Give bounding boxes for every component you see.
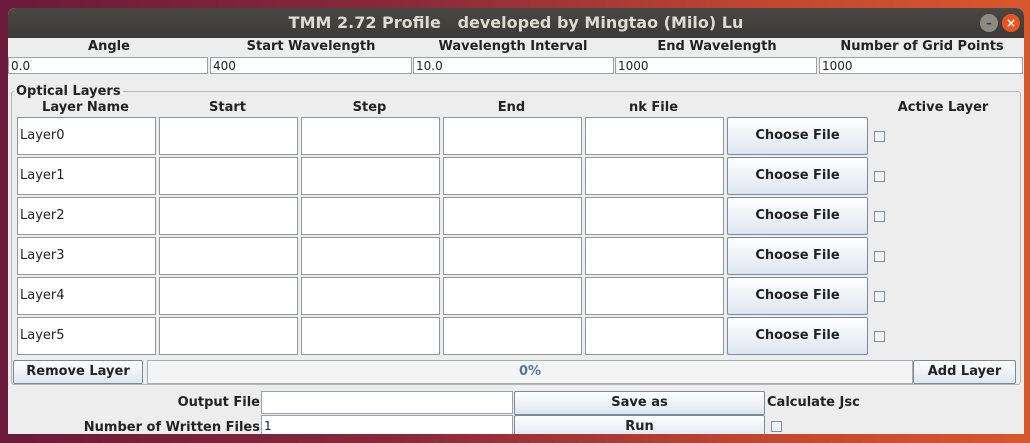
written-files-label: Number of Written Files (83, 420, 260, 434)
choose-file-button[interactable]: Choose File (727, 317, 868, 355)
optical-layers-title: Optical Layers (14, 84, 123, 99)
remove-layer-button[interactable]: Remove Layer (13, 360, 143, 384)
layer-end-field[interactable] (443, 277, 582, 315)
add-layer-button[interactable]: Add Layer (913, 360, 1016, 384)
written-files-input[interactable]: 1 (261, 415, 513, 434)
wavelength-interval-input[interactable]: 10.0 (413, 57, 614, 74)
layer-name-field[interactable]: Layer1 (17, 157, 156, 195)
grid-points-input[interactable]: 1000 (819, 57, 1023, 74)
layer-nk-field[interactable] (585, 237, 724, 275)
content-panel: Angle Start Wavelength Wavelength Interv… (8, 38, 1024, 434)
layer-name-field[interactable]: Layer3 (17, 237, 156, 275)
end-wavelength-label: End Wavelength (657, 39, 777, 54)
active-layer-header: Active Layer (897, 100, 989, 115)
grid-points-label: Number of Grid Points (840, 39, 1004, 54)
output-file-input[interactable] (261, 391, 513, 414)
layer-step-field[interactable] (301, 157, 440, 195)
layer-nk-field[interactable] (585, 197, 724, 235)
layer-step-field[interactable] (301, 277, 440, 315)
layer-nk-field[interactable] (585, 117, 724, 155)
layer-name-field[interactable]: Layer4 (17, 277, 156, 315)
layer-nk-field[interactable] (585, 277, 724, 315)
layer-step-field[interactable] (301, 237, 440, 275)
choose-file-button[interactable]: Choose File (727, 157, 868, 195)
choose-file-button[interactable]: Choose File (727, 237, 868, 275)
layer-start-field[interactable] (159, 237, 298, 275)
app-window: TMM 2.72 Profile developed by Mingtao (M… (8, 8, 1024, 434)
layer-nk-field[interactable] (585, 157, 724, 195)
active-layer-checkbox[interactable] (874, 251, 885, 262)
layer-start-field[interactable] (159, 317, 298, 355)
choose-file-button[interactable]: Choose File (727, 117, 868, 155)
layer-end-field[interactable] (443, 197, 582, 235)
layer-start-field[interactable] (159, 117, 298, 155)
angle-label: Angle (88, 39, 130, 54)
save-as-button[interactable]: Save as (514, 391, 765, 415)
active-layer-checkbox[interactable] (874, 331, 885, 342)
close-button[interactable]: × (1002, 14, 1020, 32)
start-wavelength-label: Start Wavelength (246, 39, 376, 54)
output-file-label: Output File (177, 395, 260, 410)
title-bar[interactable]: TMM 2.72 Profile developed by Mingtao (M… (8, 8, 1024, 38)
layer-name-header: Layer Name (42, 100, 129, 115)
progress-text: 0% (518, 364, 542, 379)
calculate-jsc-label: Calculate Jsc (767, 395, 860, 410)
layer-step-field[interactable] (301, 197, 440, 235)
minimize-button[interactable]: – (980, 14, 998, 32)
step-header: Step (352, 100, 387, 115)
layer-end-field[interactable] (443, 317, 582, 355)
layer-end-field[interactable] (443, 157, 582, 195)
end-header: End (497, 100, 526, 115)
start-wavelength-input[interactable]: 400 (210, 57, 412, 74)
layer-start-field[interactable] (159, 157, 298, 195)
window-title: TMM 2.72 Profile developed by Mingtao (M… (288, 13, 744, 32)
layer-start-field[interactable] (159, 277, 298, 315)
layer-end-field[interactable] (443, 237, 582, 275)
end-wavelength-input[interactable]: 1000 (615, 57, 817, 74)
nk-file-header: nk File (628, 100, 679, 115)
run-button[interactable]: Run (514, 415, 765, 434)
layer-step-field[interactable] (301, 317, 440, 355)
layer-nk-field[interactable] (585, 317, 724, 355)
choose-file-button[interactable]: Choose File (727, 197, 868, 235)
active-layer-checkbox[interactable] (874, 211, 885, 222)
active-layer-checkbox[interactable] (874, 171, 885, 182)
wavelength-interval-label: Wavelength Interval (438, 39, 588, 54)
layer-step-field[interactable] (301, 117, 440, 155)
progress-bar: 0% (147, 360, 913, 384)
layer-name-field[interactable]: Layer2 (17, 197, 156, 235)
choose-file-button[interactable]: Choose File (727, 277, 868, 315)
layer-end-field[interactable] (443, 117, 582, 155)
layer-name-field[interactable]: Layer0 (17, 117, 156, 155)
start-header: Start (209, 100, 246, 115)
calculate-jsc-checkbox[interactable] (771, 421, 782, 432)
active-layer-checkbox[interactable] (874, 291, 885, 302)
layer-start-field[interactable] (159, 197, 298, 235)
active-layer-checkbox[interactable] (874, 131, 885, 142)
angle-input[interactable]: 0.0 (8, 57, 208, 74)
layer-name-field[interactable]: Layer5 (17, 317, 156, 355)
